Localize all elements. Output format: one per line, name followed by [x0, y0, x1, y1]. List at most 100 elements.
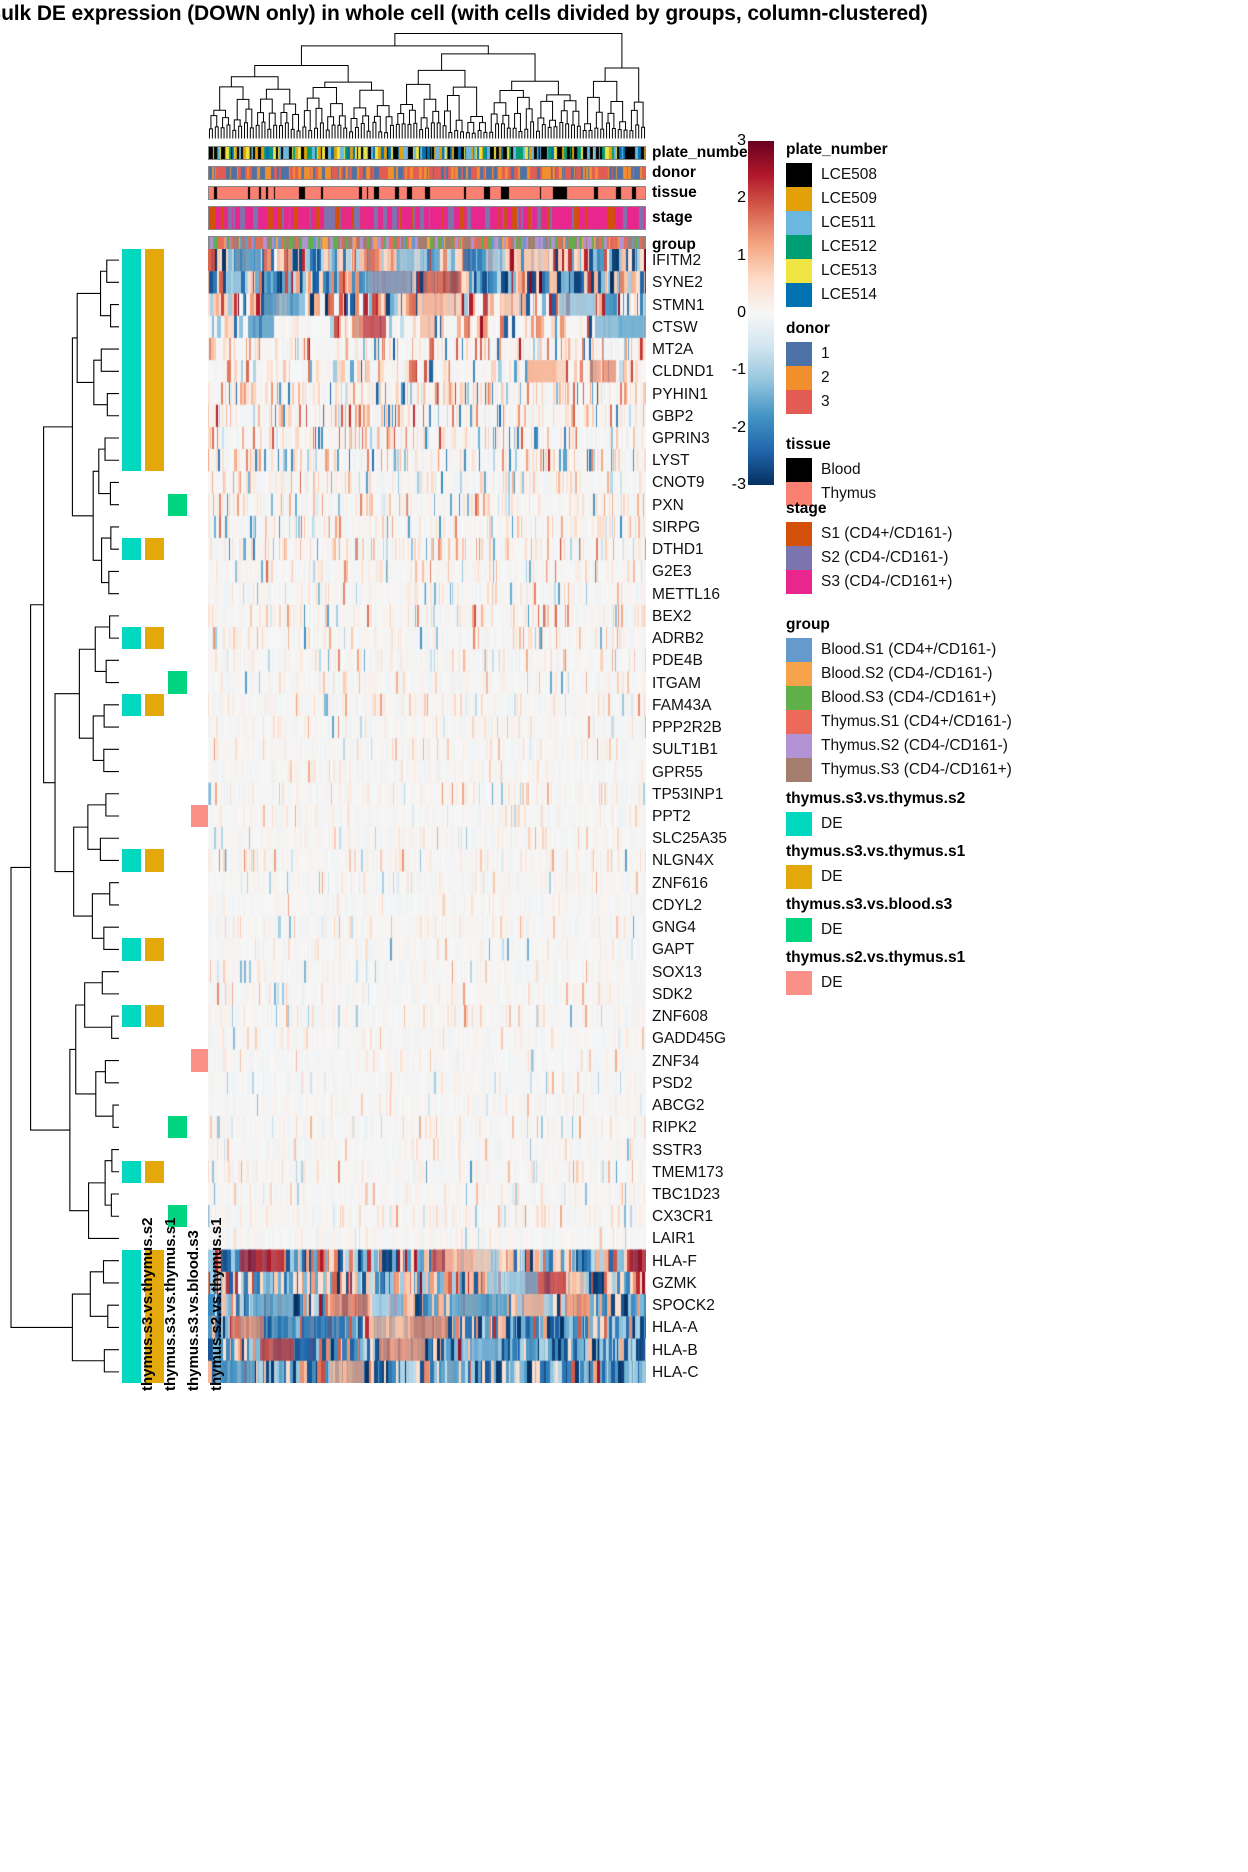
gene-label: GAPT	[652, 941, 695, 959]
row-annotation-block	[145, 693, 164, 716]
gene-label: LAIR1	[652, 1230, 696, 1248]
row-annotation-block	[122, 538, 141, 561]
legend-swatch	[786, 662, 812, 686]
row-annotation-block	[145, 627, 164, 650]
gene-label: CNOT9	[652, 474, 705, 492]
gene-label: FAM43A	[652, 696, 712, 714]
gene-label: ADRB2	[652, 630, 704, 648]
legend-label: Thymus.S2 (CD4-/CD161-)	[821, 737, 1008, 755]
color-scale-tick: -2	[731, 418, 746, 436]
row-annotation-label-thymus-s3-vs-thymus-s2: thymus.s3.vs.thymus.s2	[139, 1217, 156, 1391]
legend-item: LCE509	[786, 187, 888, 211]
legend-thymus-s2-vs-thymus-s1: thymus.s2.vs.thymus.s1 DE	[786, 949, 965, 995]
legend-item: DE	[786, 865, 965, 889]
gene-label: ABCG2	[652, 1097, 705, 1115]
row-annotation-block	[122, 1005, 141, 1028]
row-dendrogram	[8, 249, 120, 1383]
legend-swatch	[786, 758, 812, 782]
legend-tissue: tissue Blood Thymus	[786, 436, 876, 506]
legend-label: LCE508	[821, 166, 878, 184]
row-annotation-block	[145, 938, 164, 961]
legend-label: LCE513	[821, 262, 878, 280]
legend-swatch	[786, 710, 812, 734]
legend-item: LCE514	[786, 283, 888, 307]
gene-label: SOX13	[652, 963, 702, 981]
legend-title: tissue	[786, 436, 831, 453]
gene-label: TP53INP1	[652, 785, 724, 803]
legend-swatch	[786, 638, 812, 662]
gene-label: IFITM2	[652, 252, 702, 270]
legend-item: Blood.S3 (CD4-/CD161+)	[786, 686, 1012, 710]
heatmap-figure: Bulk DE expression (DOWN only) in whole …	[0, 0, 1248, 1872]
legend-label: Thymus.S1 (CD4+/CD161-)	[821, 713, 1012, 731]
gene-label: HLA-F	[652, 1252, 697, 1270]
gene-label: HLA-C	[652, 1363, 699, 1381]
legend-label: Blood.S3 (CD4-/CD161+)	[821, 689, 997, 707]
gene-label: SIRPG	[652, 518, 701, 536]
legend-stage: stage S1 (CD4+/CD161-) S2 (CD4-/CD161-) S3 …	[786, 500, 952, 594]
gene-label: GADD45G	[652, 1030, 727, 1048]
row-annotation-label-thymus-s3-vs-thymus-s1: thymus.s3.vs.thymus.s1	[162, 1217, 179, 1391]
gene-label: CTSW	[652, 318, 698, 336]
legend-plate_number: plate_number LCE508 LCE509 LCE511 LCE512 LCE5…	[786, 141, 888, 307]
legend-title: donor	[786, 320, 830, 337]
heatmap-canvas	[208, 249, 646, 1383]
column-annotation-plate-number	[208, 146, 646, 160]
row-annotation-block	[168, 671, 187, 694]
legend-swatch	[786, 686, 812, 710]
row-annotation-block	[145, 538, 164, 561]
legend-swatch	[786, 865, 812, 889]
gene-label: SYNE2	[652, 274, 703, 292]
column-annotation-stage	[208, 206, 646, 230]
column-annotation-tissue	[208, 186, 646, 200]
row-annotation-block	[122, 1160, 141, 1183]
gene-label: SDK2	[652, 985, 693, 1003]
legend-label: S2 (CD4-/CD161-)	[821, 549, 949, 567]
legend-title: thymus.s3.vs.thymus.s1	[786, 843, 966, 860]
legend-item: DE	[786, 918, 952, 942]
legend-label: Blood	[821, 461, 861, 479]
legend-swatch	[786, 235, 812, 259]
column-annotation-canvas	[209, 187, 645, 199]
gene-label: PPT2	[652, 808, 691, 825]
legend-title: group	[786, 616, 830, 633]
legend-item: Thymus.S3 (CD4-/CD161+)	[786, 758, 1012, 782]
row-annotation-block	[145, 849, 164, 872]
color-scale-tick: 0	[737, 304, 746, 321]
gene-label: ITGAM	[652, 674, 702, 692]
legend-item: S1 (CD4+/CD161-)	[786, 522, 952, 546]
column-annotation-canvas	[209, 167, 645, 179]
row-annotation-block	[145, 1160, 164, 1183]
gene-label: G2E3	[652, 563, 692, 581]
legend-swatch	[786, 366, 812, 390]
row-annotation-block	[168, 1116, 187, 1139]
gene-label: GBP2	[652, 407, 694, 425]
gene-label: BEX2	[652, 607, 692, 625]
legend-swatch	[786, 546, 812, 570]
column-annotation-label-donor: donor	[652, 164, 696, 181]
gene-label: SLC25A35	[652, 830, 727, 848]
legend-item: LCE508	[786, 163, 888, 187]
legend-swatch	[786, 971, 812, 995]
legend-swatch	[786, 522, 812, 546]
legend-thymus-s3-vs-thymus-s2: thymus.s3.vs.thymus.s2 DE	[786, 790, 965, 836]
legend-swatch	[786, 734, 812, 758]
row-annotation-block	[122, 938, 141, 961]
gene-label: CX3CR1	[652, 1208, 714, 1226]
column-annotation-label-stage: stage	[652, 209, 693, 226]
row-annotation-label-thymus-s3-vs-blood-s3: thymus.s3.vs.blood.s3	[185, 1230, 202, 1391]
legend-label: LCE514	[821, 286, 878, 304]
legend-item: LCE513	[786, 259, 888, 283]
gene-label: MT2A	[652, 341, 694, 359]
column-dendrogram-svg	[208, 33, 646, 139]
legend-swatch	[786, 570, 812, 594]
legend-donor: donor 1 2 3	[786, 320, 830, 414]
legend-label: LCE509	[821, 190, 878, 208]
legend-label: S1 (CD4+/CD161-)	[821, 525, 953, 543]
legend-swatch	[786, 187, 812, 211]
column-annotation-canvas	[209, 147, 645, 159]
legend-label: 1	[821, 345, 830, 363]
gene-label: TMEM173	[652, 1163, 724, 1181]
gene-label: PSD2	[652, 1074, 693, 1092]
legend-swatch	[786, 390, 812, 414]
